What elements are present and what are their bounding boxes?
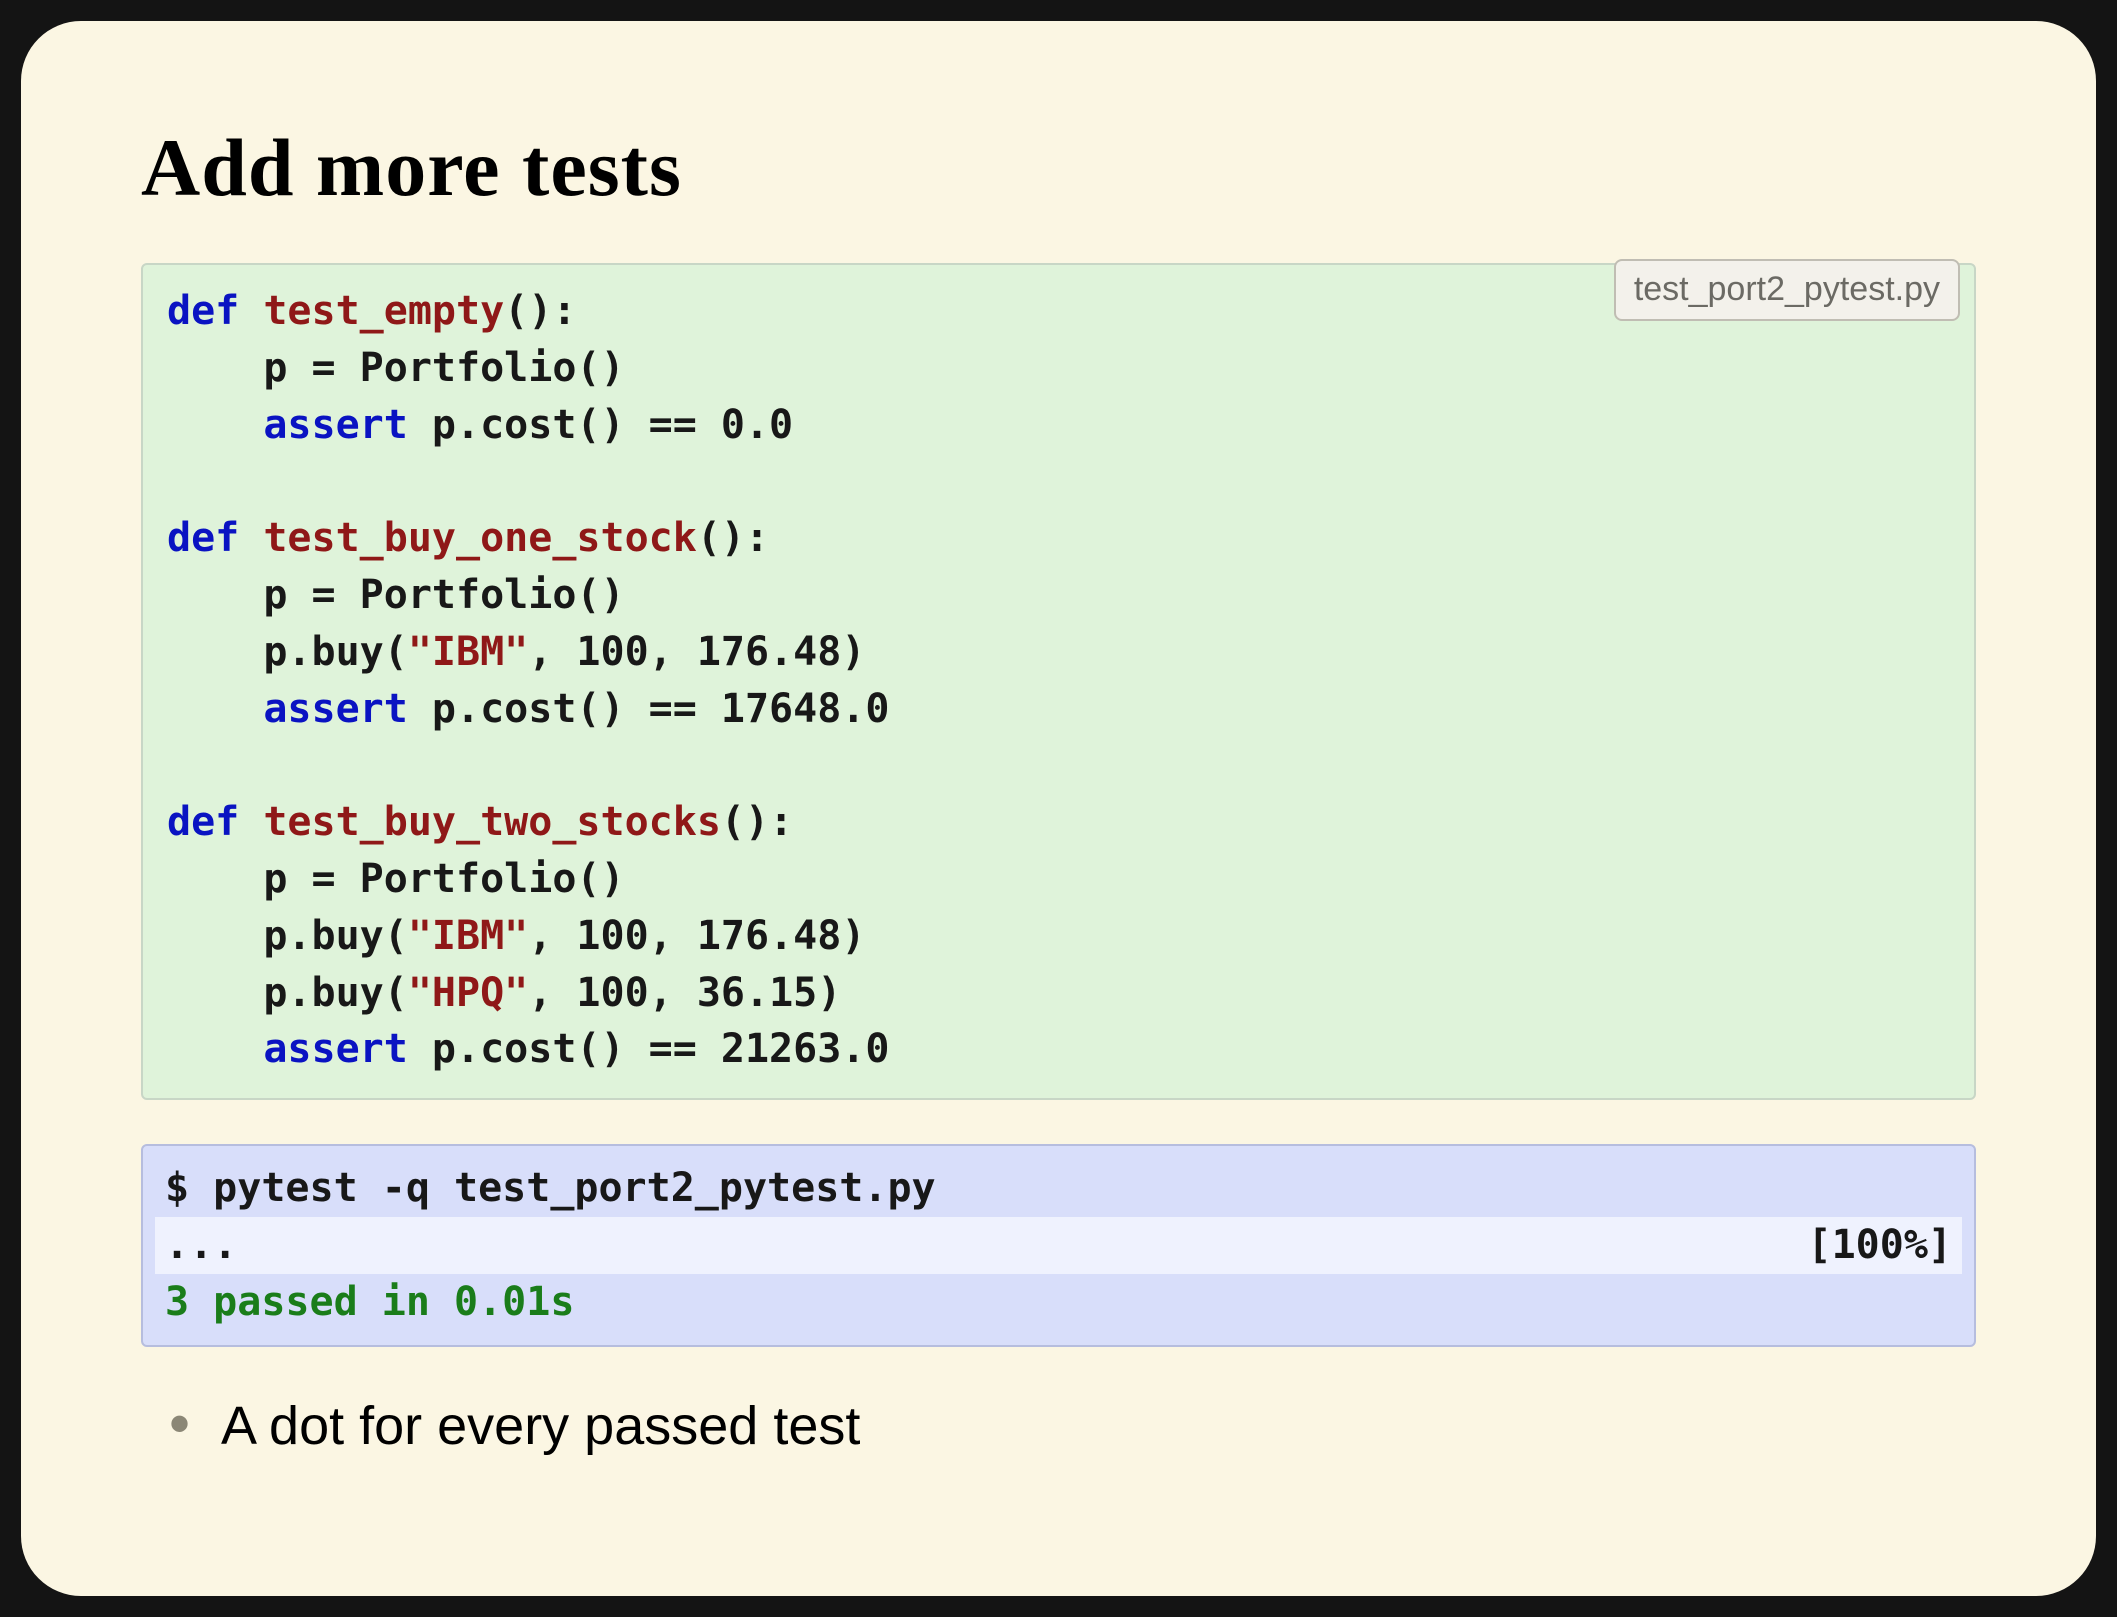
str-lit: "IBM" (408, 913, 528, 959)
fn-name: test_buy_one_stock (263, 515, 696, 561)
str-lit: "IBM" (408, 629, 528, 675)
terminal-progress-row: ... [100%] (155, 1217, 1962, 1274)
kw-def: def (167, 515, 239, 561)
filename-badge: test_port2_pytest.py (1614, 259, 1960, 321)
kw-def: def (167, 288, 239, 334)
terminal-summary: 3 passed in 0.01s (165, 1279, 574, 1325)
terminal-command: $ pytest -q test_port2_pytest.py (165, 1160, 1952, 1217)
slide-title: Add more tests (141, 121, 1976, 215)
slide: Add more tests test_port2_pytest.pydef t… (21, 21, 2096, 1596)
fn-name: test_buy_two_stocks (263, 799, 721, 845)
kw-def: def (167, 799, 239, 845)
code-block: test_port2_pytest.pydef test_empty(): p … (141, 263, 1976, 1100)
bullet-list: A dot for every passed test (141, 1391, 1976, 1461)
kw-assert: assert (263, 686, 408, 732)
str-lit: "HPQ" (408, 970, 528, 1016)
terminal-dots: ... (165, 1217, 237, 1274)
terminal-block: $ pytest -q test_port2_pytest.py ... [10… (141, 1144, 1976, 1346)
terminal-pct: [100%] (1808, 1217, 1953, 1274)
kw-assert: assert (263, 1026, 408, 1072)
kw-assert: assert (263, 402, 408, 448)
fn-name: test_empty (263, 288, 504, 334)
bullet-item: A dot for every passed test (221, 1391, 1976, 1461)
